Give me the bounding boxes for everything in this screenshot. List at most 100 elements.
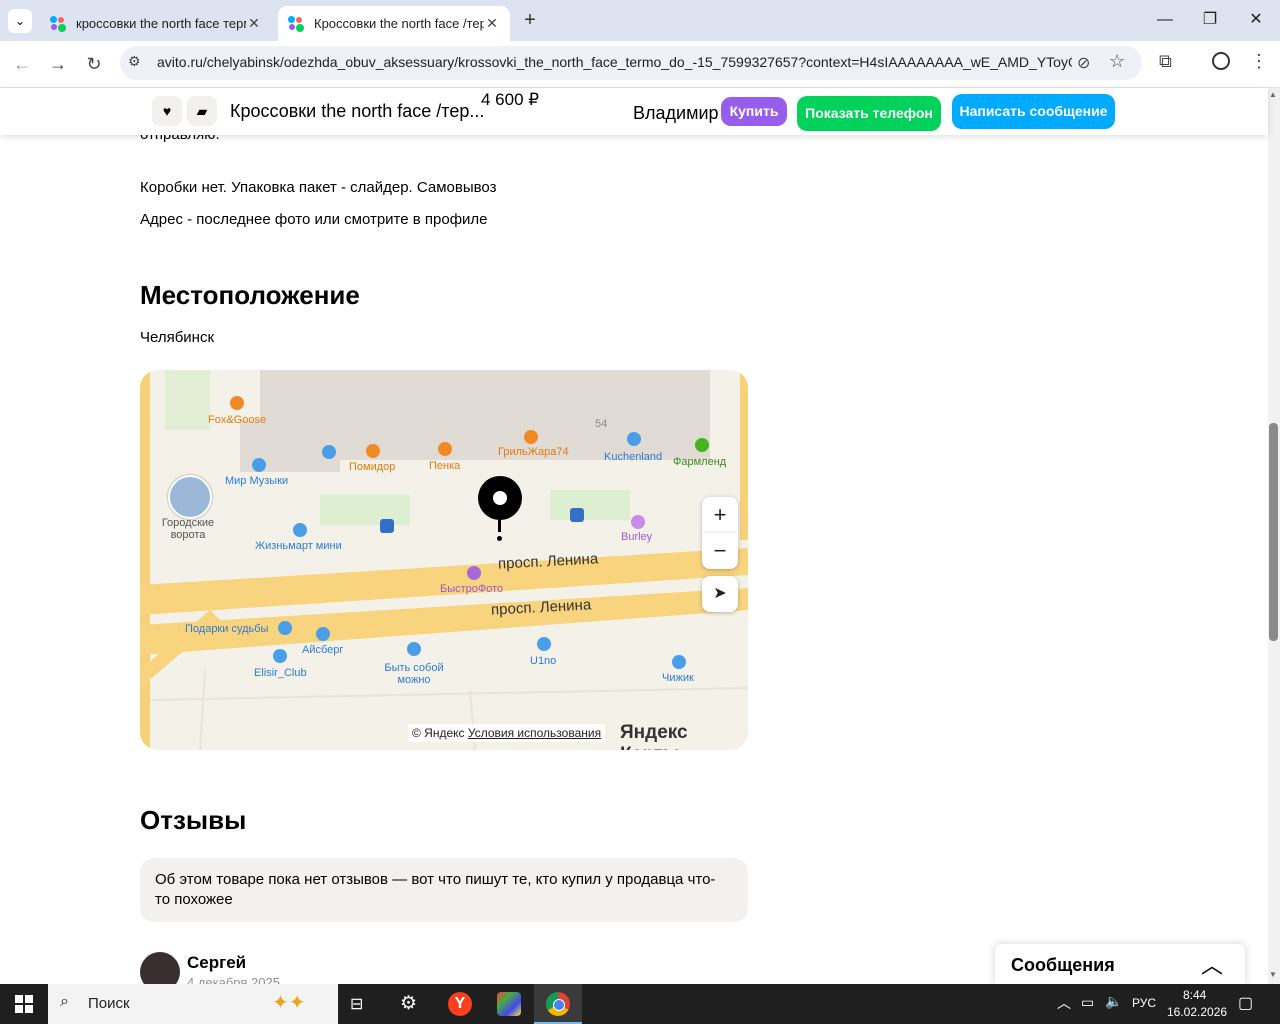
chrome-taskbar-button[interactable] xyxy=(534,984,582,1024)
yandex-browser-icon[interactable]: Y xyxy=(448,992,472,1016)
poi-icon[interactable] xyxy=(672,655,686,669)
poi-label[interactable]: Жизньмарт мини xyxy=(255,540,342,552)
description-line: Адрес - последнее фото или смотрите в пр… xyxy=(140,211,488,228)
scrollbar-thumb[interactable] xyxy=(1269,423,1278,641)
bus-stop-icon[interactable] xyxy=(570,508,584,522)
poi-label[interactable]: Быть собой можно xyxy=(380,662,448,686)
pin-dot xyxy=(497,536,502,541)
map-canvas xyxy=(140,370,748,750)
poi-label[interactable]: Городские ворота xyxy=(160,517,216,541)
location-heading: Местоположение xyxy=(140,280,360,310)
poi-label[interactable]: Фармленд xyxy=(673,456,726,468)
poi-label[interactable]: Помидор xyxy=(349,461,395,473)
tracking-off-icon[interactable]: ⊘ xyxy=(1077,53,1090,73)
network-icon[interactable]: ▭ xyxy=(1081,994,1094,1011)
chevron-up-icon[interactable]: ︿ xyxy=(1201,948,1223,980)
task-view-icon[interactable]: ⊟ xyxy=(350,994,363,1014)
poi-icon[interactable] xyxy=(252,458,266,472)
tray-chevron-icon[interactable]: ︿ xyxy=(1057,993,1071,1013)
scroll-up-arrow[interactable]: ▲ xyxy=(1269,90,1277,99)
taskbar-search[interactable]: ⌕ Поиск ✦✦ xyxy=(48,984,338,1024)
pharmacy-icon[interactable] xyxy=(695,438,709,452)
search-placeholder: Поиск xyxy=(88,995,130,1012)
yandex-map[interactable]: 54 Fox&Goose Помидор Пенка ГрильЖара74 K… xyxy=(140,370,748,750)
volume-icon[interactable]: 🔈 xyxy=(1105,993,1122,1010)
poi-icon[interactable] xyxy=(278,621,292,635)
write-message-button[interactable]: Написать сообщение xyxy=(952,94,1115,129)
poi-icon[interactable] xyxy=(230,396,244,410)
poi-icon[interactable] xyxy=(316,627,330,641)
location-pin-icon[interactable] xyxy=(478,476,522,520)
tab-active[interactable]: Кроссовки the north face /тер ✕ xyxy=(278,6,510,41)
poi-icon[interactable] xyxy=(627,432,641,446)
seller-name[interactable]: Владимир xyxy=(633,103,719,124)
poi-icon[interactable] xyxy=(273,649,287,663)
close-icon[interactable]: ✕ xyxy=(484,15,500,32)
bus-stop-icon[interactable] xyxy=(380,519,394,533)
review-author[interactable]: Сергей xyxy=(187,953,246,973)
messages-panel[interactable]: Сообщения ︿ xyxy=(995,944,1245,984)
buy-button[interactable]: Купить xyxy=(721,97,787,126)
poi-label[interactable]: Айсберг xyxy=(302,644,343,656)
poi-label[interactable]: Fox&Goose xyxy=(208,414,266,426)
description-line: Коробки нет. Упаковка пакет - слайдер. С… xyxy=(140,179,497,196)
poi-label[interactable]: Burley xyxy=(621,531,652,543)
yandex-maps-logo[interactable]: Яндекс Карты xyxy=(620,722,748,750)
menu-icon[interactable]: ⋮ xyxy=(1250,51,1268,72)
poi-label[interactable]: ГрильЖара74 xyxy=(498,446,569,458)
poi-icon[interactable] xyxy=(467,566,481,580)
poi-label[interactable]: Пенка xyxy=(429,460,460,472)
poi-label[interactable]: Elisir_Club xyxy=(254,667,307,679)
reviews-heading: Отзывы xyxy=(140,805,247,835)
poi-icon[interactable] xyxy=(631,515,645,529)
restore-button[interactable]: ❐ xyxy=(1190,8,1230,32)
app-icon[interactable] xyxy=(497,992,521,1016)
language-indicator[interactable]: РУС xyxy=(1132,996,1156,1010)
note-icon: ▰ xyxy=(196,103,208,119)
new-tab-button[interactable]: + xyxy=(518,8,542,32)
heart-icon: ♥ xyxy=(162,103,172,119)
extensions-icon[interactable]: ⧉ xyxy=(1159,51,1172,72)
forward-icon[interactable]: → xyxy=(45,51,71,77)
reload-icon[interactable]: ↻ xyxy=(81,51,107,77)
poi-label[interactable]: U1no xyxy=(530,655,556,667)
zoom-out-button[interactable]: − xyxy=(702,533,738,569)
minimize-button[interactable]: — xyxy=(1145,8,1185,32)
tab-inactive[interactable]: кроссовки the north face терм ✕ xyxy=(40,6,272,41)
site-info-icon[interactable]: ⚙ xyxy=(128,53,141,70)
map-terms-link[interactable]: Условия использования xyxy=(468,726,601,740)
windows-start-icon[interactable] xyxy=(15,995,33,1013)
clock-date[interactable]: 16.02.2026 xyxy=(1167,1005,1227,1019)
favorite-button[interactable]: ♥ xyxy=(152,96,182,126)
poi-label[interactable]: Подарки судьбы xyxy=(185,623,268,635)
poi-icon[interactable] xyxy=(366,444,380,458)
poi-icon[interactable] xyxy=(537,637,551,651)
poi-label[interactable]: Мир Музыки xyxy=(225,475,288,487)
poi-icon[interactable] xyxy=(322,445,336,459)
poi-label[interactable]: Kuchenland xyxy=(604,451,662,463)
tab-search-button[interactable]: ⌄ xyxy=(8,9,32,33)
back-icon[interactable]: ← xyxy=(9,51,35,77)
zoom-in-button[interactable]: + xyxy=(702,497,738,533)
note-button[interactable]: ▰ xyxy=(187,96,217,126)
search-icon: ⌕ xyxy=(60,993,69,1010)
bookmark-star-icon[interactable]: ☆ xyxy=(1109,51,1125,72)
close-window-button[interactable]: ✕ xyxy=(1236,8,1276,32)
clock-time[interactable]: 8:44 xyxy=(1183,988,1206,1002)
geolocation-button[interactable]: ➤ xyxy=(702,576,738,612)
show-phone-button[interactable]: Показать телефон xyxy=(797,96,941,131)
poi-label[interactable]: Чижик xyxy=(662,672,694,684)
profile-icon[interactable] xyxy=(1212,52,1230,70)
settings-icon[interactable]: ⚙ xyxy=(400,992,417,1015)
url-text[interactable]: avito.ru/chelyabinsk/odezhda_obuv_aksess… xyxy=(157,54,1072,70)
close-icon[interactable]: ✕ xyxy=(246,15,262,32)
landmark-photo-icon[interactable] xyxy=(168,475,212,519)
sticky-price: 4 600 ₽ xyxy=(481,90,540,109)
poi-icon[interactable] xyxy=(438,442,452,456)
scroll-down-arrow[interactable]: ▼ xyxy=(1269,970,1277,979)
poi-icon[interactable] xyxy=(524,430,538,444)
poi-icon[interactable] xyxy=(407,642,421,656)
poi-icon[interactable] xyxy=(293,523,307,537)
notification-icon[interactable]: ▢ xyxy=(1238,993,1253,1013)
poi-label[interactable]: БыстроФото xyxy=(440,583,503,595)
